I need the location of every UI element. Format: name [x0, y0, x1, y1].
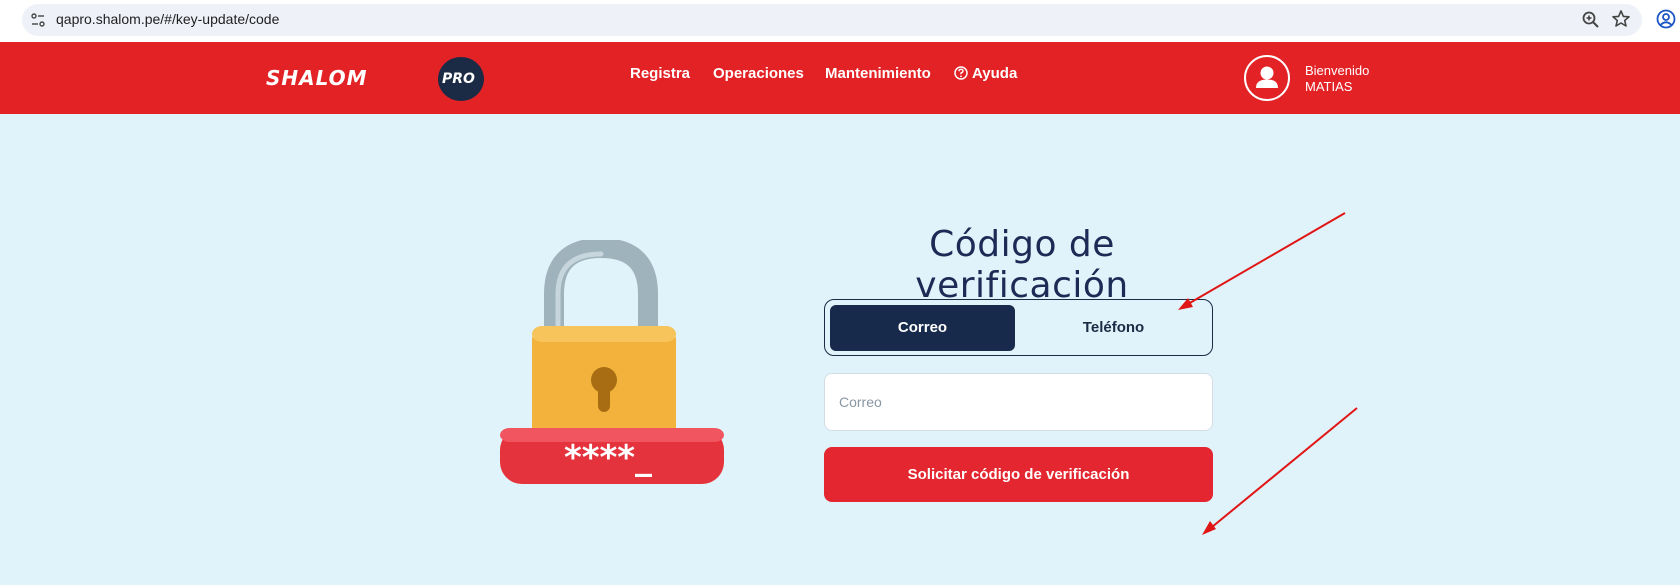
- request-code-button[interactable]: Solicitar código de verificación: [824, 447, 1213, 502]
- site-info-icon[interactable]: [30, 12, 46, 28]
- browser-toolbar: qapro.shalom.pe/#/key-update/code: [0, 0, 1680, 40]
- lock-code-text: ****_: [564, 438, 652, 478]
- nav-ayuda[interactable]: Ayuda: [954, 65, 1017, 87]
- contact-method-toggle: Correo Teléfono: [824, 299, 1213, 356]
- help-icon: [954, 66, 968, 80]
- user-avatar[interactable]: [1244, 55, 1290, 101]
- user-icon: [1256, 66, 1278, 88]
- logo-badge: PRO: [438, 57, 484, 101]
- nav-registra[interactable]: Registra: [630, 65, 690, 87]
- bookmark-star-icon[interactable]: [1611, 9, 1631, 29]
- logo-text: SHALOM: [266, 66, 368, 90]
- email-input[interactable]: [824, 373, 1213, 431]
- user-greeting: Bienvenido MATIAS: [1305, 63, 1369, 95]
- tab-telefono[interactable]: Teléfono: [1021, 305, 1206, 351]
- shalom-pro-logo[interactable]: SHALOM PRO: [266, 56, 486, 102]
- greeting-text: Bienvenido: [1305, 63, 1370, 78]
- nav-mantenimiento[interactable]: Mantenimiento: [825, 65, 931, 87]
- username: MATIAS: [1305, 79, 1353, 94]
- tab-correo[interactable]: Correo: [830, 305, 1015, 351]
- logo-badge-text: PRO: [442, 71, 475, 87]
- nav-ayuda-label: Ayuda: [972, 65, 1018, 82]
- zoom-icon[interactable]: [1581, 10, 1601, 30]
- page-title: Código de verificación: [915, 224, 1129, 306]
- url-text[interactable]: qapro.shalom.pe/#/key-update/code: [56, 11, 279, 27]
- nav-operaciones[interactable]: Operaciones: [713, 65, 804, 87]
- profile-icon[interactable]: [1656, 9, 1676, 29]
- padlock-illustration: ****_: [500, 240, 724, 484]
